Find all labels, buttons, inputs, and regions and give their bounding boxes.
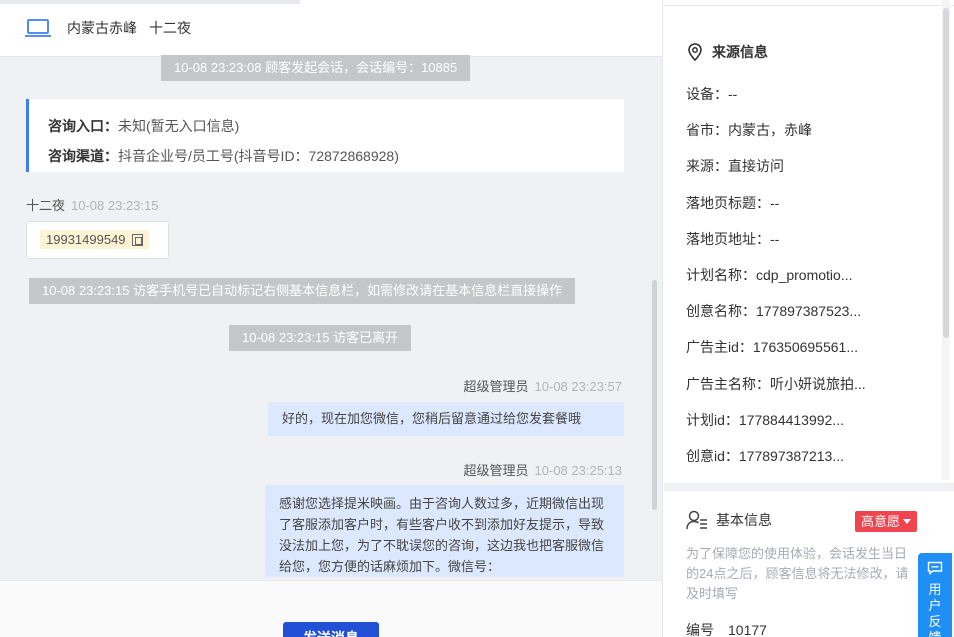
chat-header: 内蒙古赤峰 十二夜 (0, 0, 662, 57)
panel-top-line (664, 5, 954, 6)
channel-row: 咨询渠道：抖音企业号/员工号(抖音号ID：72872868928) (48, 141, 624, 171)
entry-label: 咨询入口： (48, 118, 118, 134)
user-feedback-button[interactable]: 用户反馈 (918, 553, 952, 637)
chat-area: 内蒙古赤峰 十二夜 10-08 23:23:08 顾客发起会话，会话编号：108… (0, 0, 663, 637)
agent-message-bubble-2: 感谢您选择提米映画。由于咨询人数过多，近期微信出现了客服添加客户时，有些客户收不… (265, 485, 624, 577)
source-advertiser-name: 广告主名称：听小妍说旅拍... (686, 375, 866, 392)
id-field-row: 编号 10177 (686, 620, 767, 637)
source-province-city: 省市：内蒙古，赤峰 (686, 122, 812, 139)
source-info-title: 来源信息 (688, 42, 768, 62)
laptop-icon (25, 19, 51, 37)
channel-value: 抖音企业号/员工号(抖音号ID：72872868928) (118, 148, 399, 164)
intent-level-label: 高意愿 (861, 514, 901, 529)
source-creative-name: 创意名称：177897387523... (686, 303, 862, 320)
source-info-label: 来源信息 (712, 44, 768, 60)
copy-icon[interactable] (131, 233, 143, 246)
visitor-message-time: 10-08 23:23:15 (71, 198, 159, 213)
consult-info-card: 咨询入口：未知(暂无入口信息) 咨询渠道：抖音企业号/员工号(抖音号ID：728… (26, 99, 624, 172)
feedback-label: 用户反馈 (928, 582, 942, 637)
agent-message-time-1: 10-08 23:23:57 (534, 379, 622, 394)
location-pin-icon (688, 43, 702, 61)
section-divider (664, 483, 954, 491)
source-plan-id: 计划id：177884413992... (686, 411, 844, 428)
entry-row: 咨询入口：未知(暂无入口信息) (48, 111, 624, 141)
source-advertiser-id: 广告主id：176350695561... (686, 339, 858, 356)
send-message-button[interactable]: 发送消息 (283, 622, 379, 637)
header-top-line (0, 0, 300, 4)
agent-message-header-1: 超级管理员 10-08 23:23:57 (464, 376, 622, 395)
chat-scrollbar[interactable] (652, 280, 657, 510)
phone-marked-notice: 10-08 23:23:15 访客手机号已自动标记右侧基本信息栏，如需修改请在基… (29, 278, 576, 304)
channel-label: 咨询渠道： (48, 148, 118, 164)
source-landing-url: 落地页地址：-- (686, 230, 780, 247)
message-composer[interactable]: 发送消息 (0, 580, 662, 637)
agent-message-bubble-1: 好的，现在加您微信，您稍后留意通过给您发套餐哦 (268, 402, 624, 436)
source-landing-title: 落地页标题：-- (686, 194, 780, 211)
entry-value: 未知(暂无入口信息) (118, 118, 240, 134)
visitor-message-header: 十二夜 10-08 23:23:15 (26, 195, 158, 214)
basic-info-label: 基本信息 (716, 512, 772, 528)
visitor-phone-bubble: 19931499549 (26, 221, 169, 259)
agent-message-header-2: 超级管理员 10-08 23:25:13 (464, 460, 622, 479)
agent-message-time-2: 10-08 23:25:13 (534, 463, 622, 478)
basic-info-title: 基本信息 (686, 510, 772, 530)
info-scrollbar[interactable] (943, 8, 949, 338)
phone-number-tag[interactable]: 19931499549 (40, 230, 149, 249)
info-panel: 来源信息 设备：-- 省市：内蒙古，赤峰 来源：直接访问 落地页标题：-- 落地… (664, 0, 954, 637)
agent-sender-1: 超级管理员 (463, 379, 529, 394)
visitor-left-notice: 10-08 23:23:15 访客已离开 (229, 325, 412, 351)
chat-bubble-icon (927, 561, 943, 575)
user-icon (686, 510, 707, 530)
visitor-location: 内蒙古赤峰 (67, 20, 137, 36)
id-value: 10177 (728, 622, 767, 637)
visitor-name: 十二夜 (149, 20, 191, 36)
source-device: 设备：-- (686, 86, 738, 102)
phone-number: 19931499549 (46, 232, 126, 247)
id-label: 编号 (686, 622, 714, 637)
source-plan-name: 计划名称：cdp_promotio... (686, 266, 853, 283)
source-origin: 来源：直接访问 (686, 158, 784, 175)
edit-deadline-notice: 为了保障您的使用体验，会话发生当日的24点之后，顾客信息将无法修改，请及时填写 (686, 546, 909, 601)
visitor-sender: 十二夜 (26, 198, 66, 213)
agent-sender-2: 超级管理员 (463, 463, 529, 478)
caret-down-icon (903, 519, 912, 524)
source-info-list: 设备：-- 省市：内蒙古，赤峰 来源：直接访问 落地页标题：-- 落地页地址：-… (686, 80, 926, 478)
intent-level-dropdown[interactable]: 高意愿 (855, 511, 918, 532)
session-start-notice: 10-08 23:23:08 顾客发起会话，会话编号：10885 (161, 55, 471, 81)
source-creative-id: 创意id：177897387213... (686, 447, 844, 464)
